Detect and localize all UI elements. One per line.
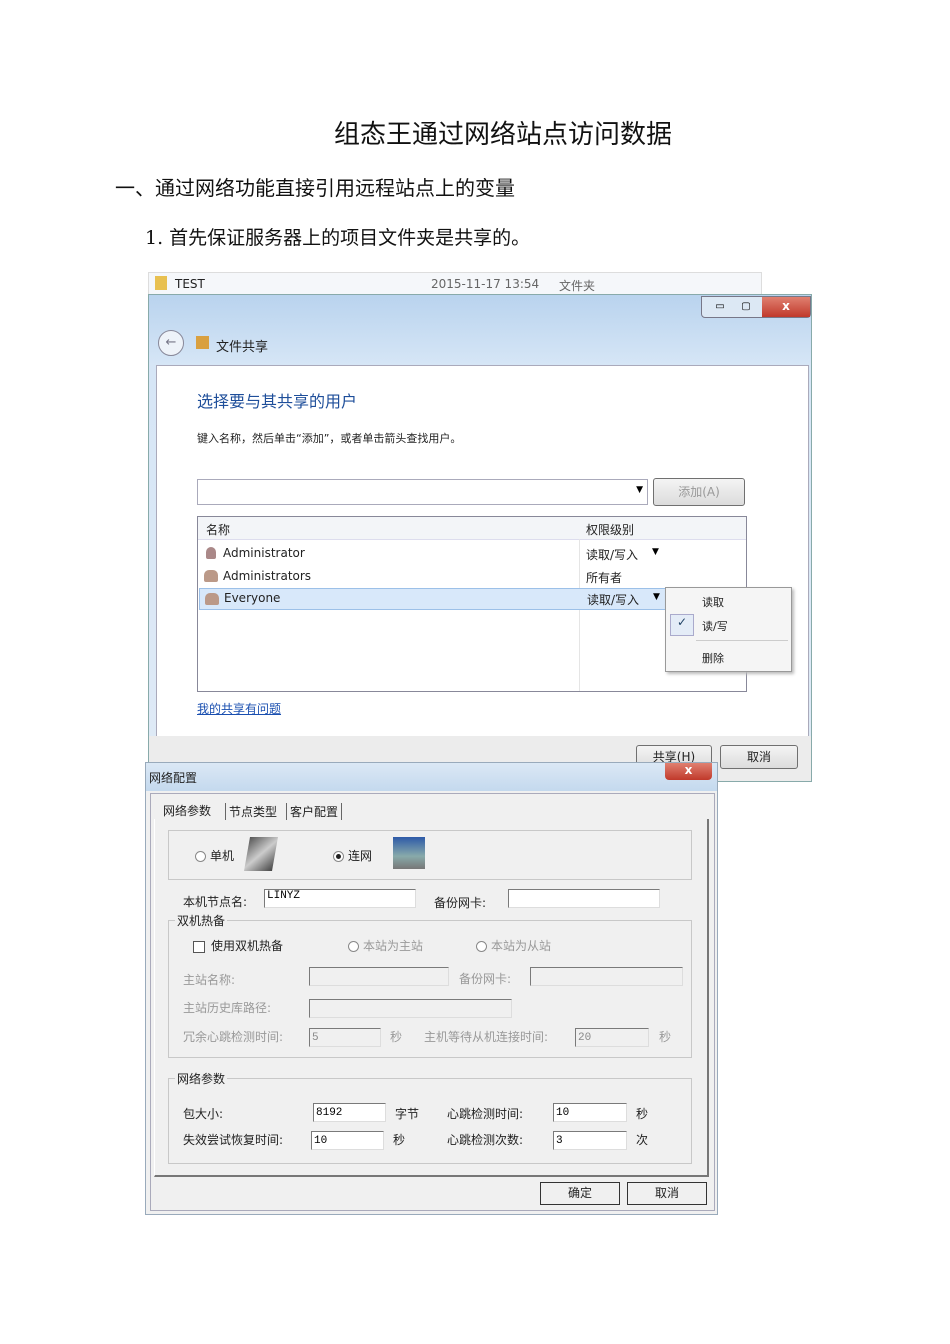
file-name: TEST bbox=[175, 277, 205, 291]
node-name-input[interactable]: LINYZ bbox=[264, 889, 416, 908]
heartbeat-time-label: 心跳检测时间: bbox=[447, 1107, 524, 1121]
wait-time-input[interactable]: 20 bbox=[575, 1028, 649, 1047]
standalone-computer-icon bbox=[244, 837, 278, 871]
hot-standby-group-label: 双机热备 bbox=[175, 912, 228, 929]
column-name[interactable]: 名称 bbox=[206, 521, 230, 538]
document-title: 组态王通过网络站点访问数据 bbox=[333, 120, 672, 150]
heartbeat-time-input[interactable]: 10 bbox=[553, 1103, 627, 1122]
menu-separator bbox=[696, 640, 788, 641]
row-name: Administrators bbox=[223, 569, 312, 583]
title-bar: 网络配置 x bbox=[146, 763, 717, 791]
group-icon bbox=[205, 593, 219, 605]
add-button[interactable]: 添加(A) bbox=[653, 478, 745, 506]
network-config-window: 网络配置 x 网络参数 节点类型 客户配置 单机 连网 本机节点名: LINYZ… bbox=[145, 762, 718, 1215]
packet-size-label: 包大小: bbox=[183, 1107, 224, 1121]
permission-context-menu: 读取 ✓ 读/写 删除 bbox=[665, 587, 792, 672]
radio-slave[interactable]: 本站为从站 bbox=[476, 937, 551, 954]
radio-network[interactable]: 连网 bbox=[333, 847, 372, 864]
ok-button[interactable]: 确定 bbox=[540, 1182, 620, 1205]
file-sharing-window: ▭ ▢ x ← 文件共享 选择要与其共享的用户 键入名称，然后单击“添加”，或者… bbox=[148, 294, 812, 782]
share-heading: 选择要与其共享的用户 bbox=[197, 392, 358, 411]
use-hot-standby-checkbox[interactable]: 使用双机热备 bbox=[193, 937, 283, 954]
packet-size-unit: 字节 bbox=[395, 1107, 420, 1121]
wait-time-label: 主机等待从机连接时间: bbox=[424, 1030, 549, 1044]
master-backup-nic-label: 备份网卡: bbox=[459, 972, 512, 986]
cancel-button[interactable]: 取消 bbox=[720, 745, 798, 769]
backup-nic-label: 备份网卡: bbox=[434, 896, 487, 910]
heartbeat-time-unit: 秒 bbox=[636, 1107, 649, 1121]
list-row-selected[interactable]: Everyone 读取/写入 ▼ bbox=[199, 588, 668, 610]
heartbeat-unit: 秒 bbox=[390, 1030, 403, 1044]
window-controls: ▭ ▢ x bbox=[701, 296, 811, 318]
menu-item-read-write[interactable]: 读/写 bbox=[702, 618, 728, 634]
row-level: 读取/写入 bbox=[587, 593, 640, 607]
heartbeat-count-unit: 次 bbox=[636, 1133, 649, 1147]
folder-icon bbox=[155, 276, 167, 290]
mode-group: 单机 连网 bbox=[168, 830, 692, 880]
network-computers-icon bbox=[393, 837, 425, 869]
file-type: 文件夹 bbox=[559, 279, 596, 293]
explorer-file-row: TEST 2015-11-17 13:54 文件夹 bbox=[148, 272, 762, 296]
heartbeat-input[interactable]: 5 bbox=[309, 1028, 381, 1047]
nav-title: 文件共享 bbox=[216, 340, 269, 355]
window-title: 网络配置 bbox=[149, 771, 198, 785]
close-button[interactable]: x bbox=[665, 763, 712, 780]
row-level: 所有者 bbox=[586, 571, 623, 585]
tab-network-params[interactable]: 网络参数 bbox=[163, 802, 211, 819]
tab-node-type[interactable]: 节点类型 bbox=[225, 803, 277, 820]
heartbeat-count-input[interactable]: 3 bbox=[553, 1131, 627, 1150]
retry-time-label: 失效尝试恢复时间: bbox=[183, 1133, 284, 1147]
master-name-input[interactable] bbox=[309, 967, 449, 986]
tab-client-config[interactable]: 客户配置 bbox=[286, 803, 343, 820]
close-button[interactable]: x bbox=[762, 297, 810, 317]
share-content-panel: 选择要与其共享的用户 键入名称，然后单击“添加”，或者单击箭头查找用户。 ▼ 添… bbox=[156, 365, 809, 737]
master-backup-nic-input[interactable] bbox=[530, 967, 683, 986]
radio-standalone[interactable]: 单机 bbox=[195, 847, 234, 864]
chevron-down-icon[interactable]: ▼ bbox=[652, 547, 659, 557]
history-path-label: 主站历史库路径: bbox=[183, 1001, 272, 1015]
row-level: 读取/写入 bbox=[586, 548, 639, 562]
back-arrow-icon[interactable]: ← bbox=[158, 330, 184, 356]
chevron-down-icon[interactable]: ▼ bbox=[653, 592, 660, 602]
retry-time-unit: 秒 bbox=[393, 1133, 406, 1147]
file-date: 2015-11-17 13:54 bbox=[431, 277, 540, 291]
share-users-icon bbox=[196, 336, 209, 349]
step-text: 1. 首先保证服务器上的项目文件夹是共享的。 bbox=[145, 227, 531, 249]
wait-time-unit: 秒 bbox=[659, 1030, 672, 1044]
menu-item-read[interactable]: 读取 bbox=[702, 594, 724, 610]
list-header: 名称 权限级别 bbox=[198, 517, 746, 540]
sharing-help-link[interactable]: 我的共享有问题 bbox=[197, 700, 281, 717]
row-name: Administrator bbox=[223, 546, 305, 560]
list-row[interactable]: Administrators 所有者 bbox=[198, 566, 746, 586]
retry-time-input[interactable]: 10 bbox=[311, 1131, 384, 1150]
heartbeat-count-label: 心跳检测次数: bbox=[447, 1133, 524, 1147]
document-page: 组态王通过网络站点访问数据 一、通过网络功能直接引用远程站点上的变量 1. 首先… bbox=[0, 0, 950, 1344]
master-name-label: 主站名称: bbox=[183, 973, 236, 987]
backup-nic-input[interactable] bbox=[508, 889, 660, 908]
cancel-button[interactable]: 取消 bbox=[627, 1182, 707, 1205]
radio-master[interactable]: 本站为主站 bbox=[348, 937, 423, 954]
packet-size-input[interactable]: 8192 bbox=[313, 1103, 386, 1122]
chevron-down-icon[interactable]: ▼ bbox=[636, 485, 643, 495]
minimize-button[interactable]: ▭ bbox=[710, 301, 730, 313]
history-path-input[interactable] bbox=[309, 999, 512, 1018]
section-heading: 一、通过网络功能直接引用远程站点上的变量 bbox=[115, 176, 515, 200]
user-icon bbox=[206, 547, 216, 559]
check-icon: ✓ bbox=[670, 614, 694, 636]
user-name-combobox[interactable]: ▼ bbox=[197, 479, 648, 505]
net-params-group-label: 网络参数 bbox=[175, 1070, 228, 1087]
column-permission-level[interactable]: 权限级别 bbox=[586, 521, 634, 538]
list-row[interactable]: Administrator 读取/写入 ▼ bbox=[198, 543, 746, 563]
heartbeat-label: 冗余心跳检测时间: bbox=[183, 1030, 284, 1044]
maximize-button[interactable]: ▢ bbox=[736, 301, 756, 313]
group-icon bbox=[204, 570, 218, 582]
menu-item-remove[interactable]: 删除 bbox=[702, 650, 724, 666]
row-name: Everyone bbox=[224, 591, 281, 605]
node-name-label: 本机节点名: bbox=[183, 895, 248, 909]
share-instruction: 键入名称，然后单击“添加”，或者单击箭头查找用户。 bbox=[197, 432, 462, 445]
